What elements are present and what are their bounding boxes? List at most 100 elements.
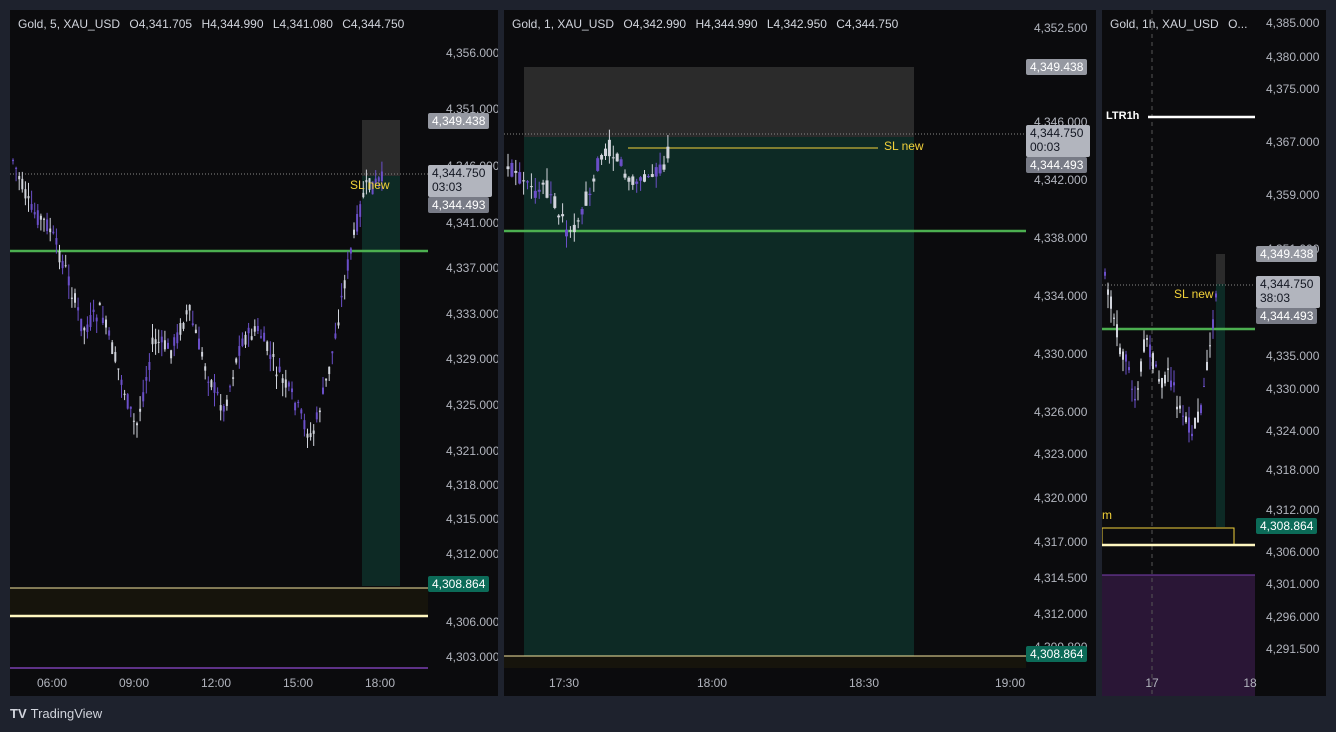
candle-body: [318, 410, 321, 413]
candle-body: [1167, 368, 1169, 370]
candle-body: [312, 430, 315, 434]
zone-band: [10, 588, 428, 616]
chart-canvas-1[interactable]: [10, 10, 498, 696]
candle-body: [1155, 364, 1157, 367]
candle-body: [588, 193, 592, 195]
candle-body: [1197, 411, 1199, 423]
candle-body: [568, 230, 572, 232]
legend-close: C4,344.750: [342, 17, 405, 31]
tag-upper: 4,349.438: [1026, 59, 1088, 75]
candle-body: [343, 280, 346, 289]
candle-body: [238, 346, 241, 356]
purple-zone: [1102, 575, 1255, 696]
candle-body: [300, 409, 303, 414]
candle-body: [1119, 347, 1121, 355]
candle-body: [650, 174, 654, 177]
candle-body: [623, 173, 627, 178]
candle-body: [1188, 417, 1190, 433]
candle-body: [1173, 382, 1175, 386]
candle-body: [596, 158, 600, 171]
candle-body: [1122, 351, 1124, 360]
price-tick-label: 4,330.000: [1034, 347, 1088, 361]
time-tick-label: 09:00: [118, 676, 150, 690]
candle-body: [565, 229, 568, 237]
ltr-label: LTR1h: [1106, 110, 1140, 122]
price-tick-label: 4,356.000: [446, 46, 498, 60]
legend-close: C4,344.750: [836, 17, 899, 31]
tag-upper: 4,349.438: [428, 113, 490, 129]
candle-body: [349, 248, 352, 254]
price-tick-label: 4,312.000: [1034, 607, 1088, 621]
candle-body: [1146, 338, 1148, 340]
candle-body: [1143, 339, 1145, 352]
candle-body: [173, 337, 176, 346]
time-tick-label: 18:30: [848, 676, 880, 690]
candle-body: [328, 366, 331, 375]
candle-body: [235, 358, 238, 363]
candle-body: [185, 310, 188, 315]
candle-body: [39, 215, 42, 220]
price-tick-label: 4,296.000: [1266, 610, 1320, 624]
candle-body: [334, 333, 337, 339]
price-tick-label: 4,338.000: [1034, 231, 1088, 245]
tag-price-value: 4,344.750: [1260, 277, 1314, 291]
candle-body: [98, 302, 101, 306]
candle-body: [89, 315, 92, 328]
reward-box: [362, 176, 400, 586]
candle-body: [266, 341, 269, 351]
time-tick-label: 17: [1145, 676, 1159, 690]
candle-body: [21, 178, 24, 190]
candle-body: [619, 159, 623, 166]
candle-body: [136, 423, 138, 426]
price-tick-label: 4,380.000: [1266, 50, 1320, 64]
tag-price-value: 4,344.750: [1030, 126, 1084, 140]
candle-body: [80, 318, 83, 332]
candle-body: [309, 433, 312, 438]
candle-body: [30, 204, 33, 210]
candle-body: [1200, 405, 1202, 414]
legend-open: O4,341.705: [129, 17, 193, 31]
candle-body: [188, 305, 191, 311]
price-tick-label: 4,325.000: [446, 398, 498, 412]
tag-countdown: 03:03: [432, 180, 463, 194]
candle-body: [356, 214, 359, 232]
candle-body: [549, 194, 553, 196]
chart-pane-gold-5m[interactable]: Gold, 5, XAU_USD O4,341.705 H4,344.990 L…: [10, 10, 498, 696]
candle-body: [213, 382, 216, 393]
candle-body: [514, 170, 518, 173]
chart-canvas-2[interactable]: [504, 10, 1096, 696]
price-tick-label: 4,324.000: [1266, 424, 1320, 438]
candle-body: [346, 259, 349, 271]
price-tick-label: 4,314.500: [1034, 571, 1088, 585]
candle-body: [604, 148, 607, 156]
legend-open: O4,342.990: [623, 17, 687, 31]
candle-body: [631, 176, 635, 185]
chart-pane-gold-1h[interactable]: Gold, 1h, XAU_USD O... LTR1h m SL new 4,…: [1102, 10, 1326, 696]
candle-body: [154, 339, 157, 344]
candle-body: [643, 174, 646, 182]
chart-pane-gold-1m[interactable]: Gold, 1, XAU_USD O4,342.990 H4,344.990 L…: [504, 10, 1096, 696]
candle-body: [1203, 386, 1205, 388]
candle-body: [1161, 377, 1163, 388]
sl-new-annotation: SL new: [884, 139, 924, 153]
legend-symbol: Gold, 5, XAU_USD: [18, 17, 121, 31]
candle-body: [1212, 319, 1214, 329]
footer-brand[interactable]: TV TradingView: [10, 706, 102, 721]
price-tick-label: 4,385.000: [1266, 16, 1320, 30]
candle-body: [1131, 388, 1133, 390]
candle-body: [1170, 380, 1172, 388]
price-tick-label: 4,291.500: [1266, 642, 1320, 656]
candle-body: [553, 196, 557, 208]
candle-body: [1152, 353, 1154, 370]
candle-body: [269, 354, 272, 359]
candle-body: [83, 327, 86, 331]
candle-body: [260, 336, 262, 338]
candle-body: [253, 326, 256, 332]
price-tick-label: 4,320.000: [1034, 491, 1088, 505]
candle-body: [126, 394, 129, 409]
candles-1: [12, 158, 383, 448]
candle-body: [43, 218, 45, 220]
time-tick-label: 19:00: [994, 676, 1026, 690]
candle-body: [64, 265, 67, 267]
candle-body: [58, 250, 61, 263]
